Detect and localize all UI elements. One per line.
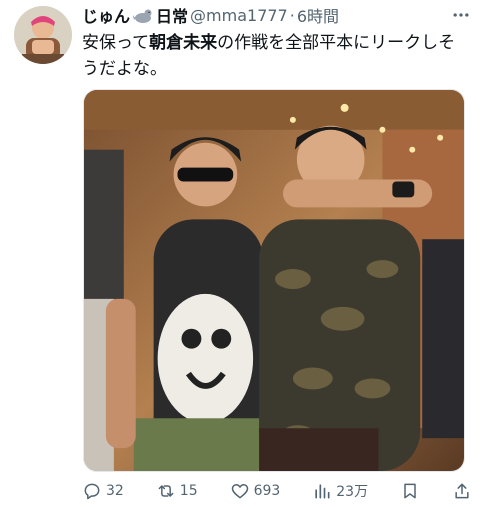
seal-emoji-icon: [133, 6, 153, 24]
like-count: 693: [253, 483, 281, 499]
share-button[interactable]: [452, 481, 472, 501]
post-time[interactable]: 6時間: [297, 3, 339, 27]
retweet-count: 15: [179, 483, 198, 499]
bookmark-button[interactable]: [400, 481, 420, 501]
tweet-photo[interactable]: [83, 89, 465, 472]
tweet-text-bold: 朝倉未来: [149, 33, 218, 53]
tweet-text-start: 安保って: [82, 33, 150, 53]
author-badge-text[interactable]: 日常: [156, 3, 188, 27]
like-button[interactable]: 693: [230, 481, 281, 501]
photo-image: [84, 90, 464, 471]
share-icon: [452, 481, 472, 501]
reply-button[interactable]: 32: [82, 481, 124, 501]
bookmark-icon: [400, 481, 420, 501]
view-count: 23万: [336, 484, 369, 500]
views-button[interactable]: 23万: [312, 481, 368, 501]
retweet-icon: [156, 481, 176, 501]
tweet-text: 安保って朝倉未来の作戦を全部平本にリークしそうだよな。: [82, 30, 460, 82]
header-separator: ·: [289, 5, 295, 25]
author-name[interactable]: じゅん: [82, 3, 130, 27]
avatar[interactable]: [14, 6, 72, 64]
retweet-button[interactable]: 15: [156, 481, 198, 501]
heart-icon: [230, 481, 250, 501]
reply-icon: [82, 481, 102, 501]
tweet-header: じゅん 日常 @mma1777 · 6時間: [82, 3, 472, 27]
reply-count: 32: [106, 483, 124, 499]
action-bar: 32 15 693 23万: [82, 478, 472, 504]
avatar-image: [14, 6, 72, 64]
more-options-icon[interactable]: [450, 4, 472, 26]
author-handle[interactable]: @mma1777: [190, 6, 288, 25]
analytics-icon: [312, 481, 332, 501]
